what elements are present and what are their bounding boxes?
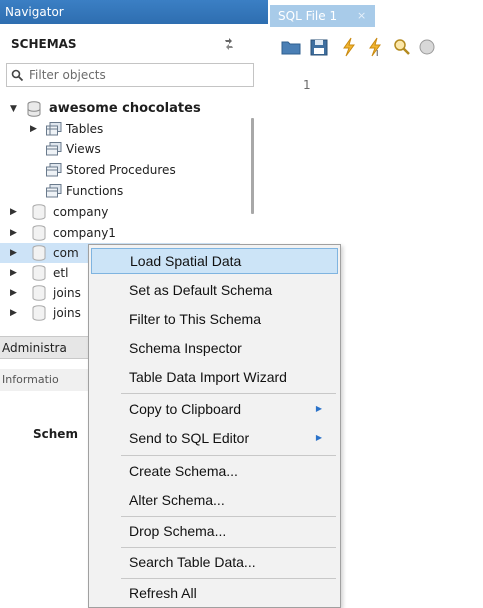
database-icon bbox=[32, 225, 46, 241]
menu-separator bbox=[121, 455, 336, 456]
menu-label: Alter Schema... bbox=[129, 492, 225, 508]
close-icon[interactable]: × bbox=[357, 5, 366, 27]
menu-label: Load Spatial Data bbox=[130, 253, 242, 269]
tree-label-functions: Functions bbox=[66, 184, 124, 198]
database-icon bbox=[32, 305, 46, 321]
tree-item-stored-procedures[interactable]: Stored Procedures bbox=[0, 160, 250, 180]
database-icon bbox=[32, 245, 46, 261]
tab-administration-label: Administra bbox=[2, 341, 67, 355]
tree-label-joins-2: joins bbox=[53, 306, 81, 320]
chevron-right-icon[interactable]: ▶ bbox=[10, 202, 20, 222]
database-icon bbox=[32, 285, 46, 301]
tab-information-label: Informatio bbox=[2, 373, 59, 386]
tree-label-company1: company1 bbox=[53, 226, 116, 240]
menu-label: Table Data Import Wizard bbox=[129, 369, 287, 385]
chevron-down-icon[interactable]: ▼ bbox=[10, 99, 20, 119]
chevron-right-icon[interactable]: ▶ bbox=[10, 223, 20, 243]
menu-item-refresh-all[interactable]: Refresh All bbox=[91, 580, 338, 606]
execute-lightning-icon[interactable] bbox=[338, 36, 360, 58]
tree-label-procedures: Stored Procedures bbox=[66, 163, 176, 177]
tree-label-com: com bbox=[53, 246, 79, 260]
menu-item-set-default-schema[interactable]: Set as Default Schema bbox=[91, 277, 338, 303]
tab-sql-file[interactable]: SQL File 1 × bbox=[270, 5, 375, 27]
explain-magnifier-icon[interactable] bbox=[390, 36, 412, 58]
menu-separator bbox=[121, 393, 336, 394]
database-icon bbox=[27, 101, 41, 117]
tree-item-company[interactable]: ▶ company bbox=[0, 202, 250, 222]
tree-label-tables: Tables bbox=[66, 122, 104, 136]
search-icon bbox=[11, 69, 24, 82]
chevron-right-icon[interactable]: ▶ bbox=[10, 243, 20, 263]
menu-label: Schema Inspector bbox=[129, 340, 242, 356]
sql-tab-title: SQL File 1 bbox=[278, 9, 338, 23]
schemas-header: SCHEMAS bbox=[0, 33, 255, 55]
context-menu: Load Spatial Data Set as Default Schema … bbox=[88, 244, 341, 608]
menu-item-schema-inspector[interactable]: Schema Inspector bbox=[91, 335, 338, 361]
menu-item-send-to-sql-editor[interactable]: Send to SQL Editor ▶ bbox=[91, 425, 338, 451]
chevron-right-icon[interactable]: ▶ bbox=[10, 303, 20, 323]
open-folder-icon[interactable] bbox=[280, 36, 302, 58]
menu-label: Send to SQL Editor bbox=[129, 430, 250, 446]
submenu-arrow-icon: ▶ bbox=[315, 404, 322, 413]
tree-item-company1[interactable]: ▶ company1 bbox=[0, 223, 250, 243]
menu-label: Create Schema... bbox=[129, 463, 238, 479]
menu-item-copy-to-clipboard[interactable]: Copy to Clipboard ▶ bbox=[91, 396, 338, 422]
execute-current-icon[interactable]: I bbox=[364, 36, 386, 58]
refresh-icon[interactable] bbox=[222, 38, 236, 50]
schema-info-label: Schem bbox=[33, 427, 78, 441]
function-icon bbox=[46, 184, 62, 198]
tree-item-views[interactable]: Views bbox=[0, 139, 250, 159]
menu-item-create-schema[interactable]: Create Schema... bbox=[91, 458, 338, 484]
menu-label: Drop Schema... bbox=[129, 523, 227, 539]
view-icon bbox=[46, 142, 62, 156]
database-icon bbox=[32, 265, 46, 281]
filter-box[interactable] bbox=[6, 63, 254, 87]
chevron-right-icon[interactable]: ▶ bbox=[10, 263, 20, 283]
tree-scrollbar[interactable] bbox=[251, 118, 254, 214]
svg-text:I: I bbox=[376, 49, 378, 58]
schemas-title: SCHEMAS bbox=[11, 37, 77, 51]
submenu-arrow-icon: ▶ bbox=[315, 433, 322, 442]
menu-label: Set as Default Schema bbox=[129, 282, 273, 298]
tree-label-views: Views bbox=[66, 142, 101, 156]
line-number: 1 bbox=[303, 78, 311, 92]
menu-item-table-data-import-wizard[interactable]: Table Data Import Wizard bbox=[91, 364, 338, 390]
menu-separator bbox=[121, 578, 336, 579]
procedure-icon bbox=[46, 163, 62, 177]
tree-item-functions[interactable]: Functions bbox=[0, 181, 250, 201]
chevron-right-icon[interactable]: ▶ bbox=[10, 283, 20, 303]
chevron-right-icon[interactable]: ▶ bbox=[30, 119, 40, 139]
menu-item-load-spatial-data[interactable]: Load Spatial Data bbox=[91, 248, 338, 274]
database-icon bbox=[32, 204, 46, 220]
tree-label-company: company bbox=[53, 205, 109, 219]
menu-item-drop-schema[interactable]: Drop Schema... bbox=[91, 518, 338, 544]
tree-item-tables[interactable]: ▶ Tables bbox=[0, 119, 250, 139]
tree-label-joins: joins bbox=[53, 286, 81, 300]
tree-item-awesome-chocolates[interactable]: ▼ awesome chocolates bbox=[0, 99, 250, 119]
menu-label: Filter to This Schema bbox=[129, 311, 262, 327]
tree-label-awesome: awesome chocolates bbox=[49, 101, 201, 116]
tree-label-etl: etl bbox=[53, 266, 69, 280]
navigator-header: Navigator bbox=[0, 0, 268, 24]
menu-label: Search Table Data... bbox=[129, 554, 256, 570]
navigator-title: Navigator bbox=[5, 5, 64, 19]
menu-label: Copy to Clipboard bbox=[129, 401, 242, 417]
menu-item-search-table-data[interactable]: Search Table Data... bbox=[91, 549, 338, 575]
menu-item-filter-to-schema[interactable]: Filter to This Schema bbox=[91, 306, 338, 332]
table-icon bbox=[46, 122, 62, 136]
menu-label: Refresh All bbox=[129, 585, 197, 601]
menu-item-alter-schema[interactable]: Alter Schema... bbox=[91, 487, 338, 513]
menu-separator bbox=[121, 547, 336, 548]
menu-separator bbox=[121, 516, 336, 517]
save-icon[interactable] bbox=[308, 36, 330, 58]
filter-input[interactable] bbox=[29, 66, 249, 84]
stop-icon[interactable] bbox=[416, 36, 438, 58]
